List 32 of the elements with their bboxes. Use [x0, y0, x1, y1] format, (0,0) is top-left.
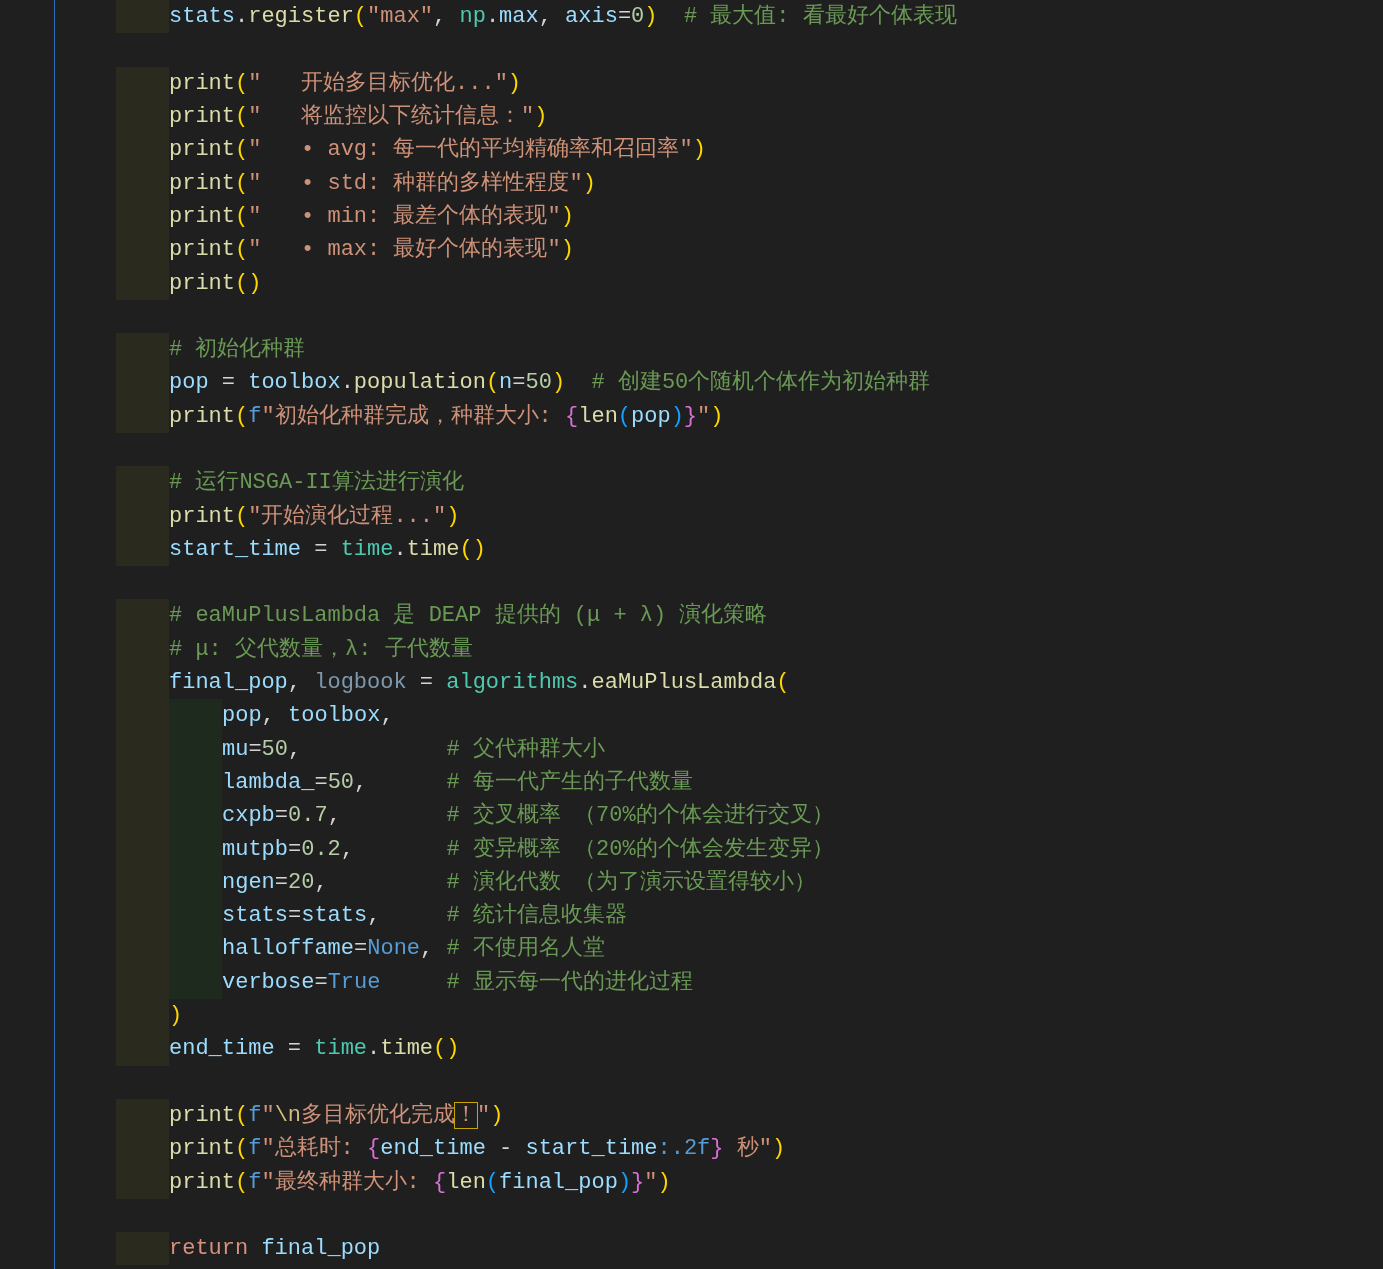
code-line: halloffame=None, # 不使用名人堂: [222, 934, 605, 964]
code-line: # μ: 父代数量，λ: 子代数量: [169, 635, 473, 664]
code-line: ): [169, 1002, 183, 1031]
code-line: return final_pop: [169, 1235, 381, 1264]
code-line: # 初始化种群: [169, 335, 306, 365]
code-line: pop, toolbox,: [222, 702, 394, 731]
code-line: print(" • max: 最好个体的表现"): [169, 236, 574, 265]
code-line: print(f"初始化种群完成，种群大小: {len(pop)}"): [169, 402, 724, 431]
code-line: start_time = time.time(): [169, 535, 486, 564]
code-line: print(): [169, 269, 262, 298]
code-line: verbose=True # 显示每一代的进化过程: [222, 968, 693, 997]
code-line: print(f"总耗时: {end_time - start_time:.2f} 秒"): [169, 1135, 786, 1164]
code-line: stats.register("max", np.max, axis=0) # 最大值: 看最好个体表现: [169, 3, 957, 32]
code-line: pop = toolbox.population(n=50) # 创建50个随机个体作为初始种群: [169, 368, 931, 398]
code-line: cxpb=0.7, # 交叉概率 （70%的个体会进行交叉）: [222, 801, 834, 831]
code-line: print(f"\n多目标优化完成！"): [169, 1101, 504, 1130]
code-line: final_pop, logbook = algorithms.eaMuPlusLambda(: [169, 669, 790, 698]
code-line: mutpb=0.2, # 变异概率 （20%的个体会发生变异）: [222, 835, 834, 864]
code-line: print(" • min: 最差个体的表现"): [169, 202, 574, 231]
code-line: print(" • std: 种群的多样性程度"): [169, 169, 596, 198]
code-line: print(" 开始多目标优化..."): [169, 69, 522, 98]
code-line: print("开始演化过程..."): [169, 502, 460, 531]
code-line: print(f"最终种群大小: {len(final_pop)}"): [169, 1168, 671, 1197]
code-line: # 运行NSGA-II算法进行演化: [169, 468, 464, 498]
code-line: print(" • avg: 每一代的平均精确率和召回率"): [169, 135, 706, 165]
code-line: # eaMuPlusLambda 是 DEAP 提供的 (μ + λ) 演化策略: [169, 601, 768, 631]
code-line: stats=stats, # 统计信息收集器: [222, 901, 627, 931]
code-line: lambda_=50, # 每一代产生的子代数量: [222, 768, 693, 797]
code-line: mu=50, # 父代种群大小: [222, 735, 605, 764]
code-line: print(" 将监控以下统计信息："): [169, 102, 548, 132]
code-line: end_time = time.time(): [169, 1035, 460, 1064]
code-line: ngen=20, # 演化代数 （为了演示设置得较小）: [222, 868, 817, 897]
